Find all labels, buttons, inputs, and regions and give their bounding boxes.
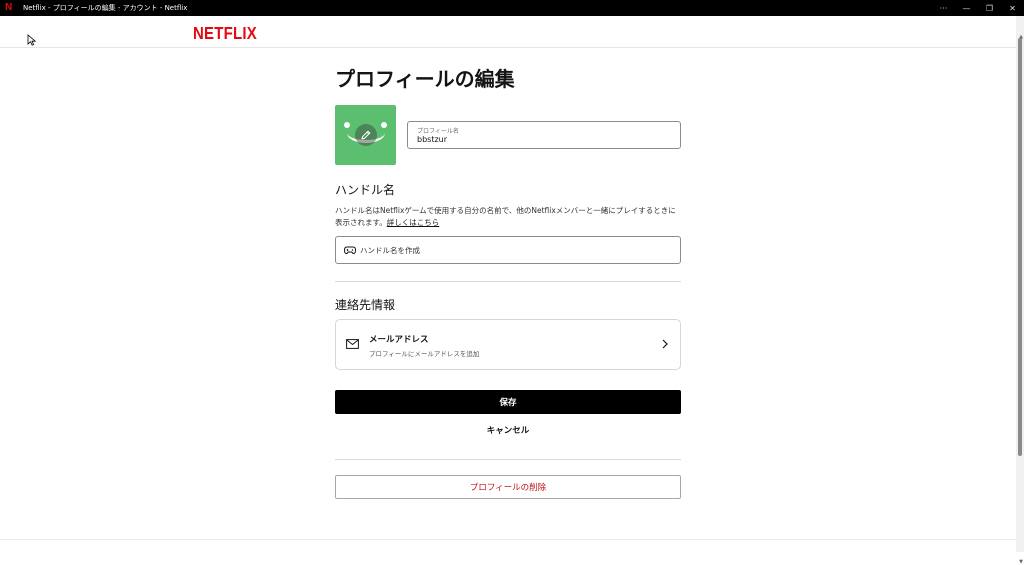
handle-description: ハンドル名はNetflixゲームで使用する自分の名前で、他のNetflixメンバ…: [335, 205, 681, 229]
handle-placeholder: ハンドル名を作成: [360, 245, 420, 255]
profile-name-input[interactable]: bbstzur: [417, 135, 447, 144]
learn-more-link[interactable]: 詳しくはこちら: [387, 218, 440, 227]
email-card[interactable]: メールアドレス プロフィールにメールアドレスを追加: [335, 319, 681, 370]
edit-avatar-pencil-icon[interactable]: [355, 124, 377, 146]
close-icon[interactable]: ✕: [1001, 0, 1024, 16]
window-titlebar: N Netflix - プロフィールの編集 - アカウント - Netflix …: [0, 0, 1024, 16]
bottom-divider: [0, 539, 1016, 540]
window-controls: ··· — ❐ ✕: [932, 0, 1024, 16]
restore-icon[interactable]: ❐: [978, 0, 1001, 16]
scrollbar[interactable]: ▲ ▼: [1016, 16, 1024, 565]
mouse-cursor-icon: [27, 34, 37, 46]
scrollbar-thumb[interactable]: [1018, 38, 1022, 456]
handle-input[interactable]: ハンドル名を作成: [335, 236, 681, 264]
email-subtitle: プロフィールにメールアドレスを追加: [369, 350, 480, 358]
site-header: NETFLIX: [0, 16, 1016, 48]
profile-avatar[interactable]: [335, 105, 396, 165]
gamepad-icon: [344, 246, 356, 255]
profile-name-label: プロフィール名: [417, 128, 459, 135]
scroll-down-icon[interactable]: ▼: [1019, 559, 1023, 565]
delete-divider: [335, 459, 681, 460]
section-divider: [335, 281, 681, 282]
profile-name-field[interactable]: プロフィール名 bbstzur: [407, 121, 681, 149]
minimize-icon[interactable]: —: [955, 0, 978, 16]
page-title: プロフィールの編集: [335, 67, 515, 91]
contact-section-title: 連絡先情報: [335, 298, 396, 312]
window-title: Netflix - プロフィールの編集 - アカウント - Netflix: [23, 4, 188, 12]
mail-icon: [346, 339, 359, 349]
handle-section-title: ハンドル名: [335, 183, 396, 197]
email-title: メールアドレス: [369, 335, 429, 345]
cancel-button[interactable]: キャンセル: [335, 421, 681, 439]
save-button[interactable]: 保存: [335, 390, 681, 414]
netflix-app-icon: N: [5, 2, 13, 13]
more-options-icon[interactable]: ···: [932, 0, 955, 16]
delete-profile-button[interactable]: プロフィールの削除: [335, 475, 681, 499]
netflix-logo[interactable]: NETFLIX: [193, 24, 257, 44]
chevron-right-icon: [662, 339, 668, 349]
